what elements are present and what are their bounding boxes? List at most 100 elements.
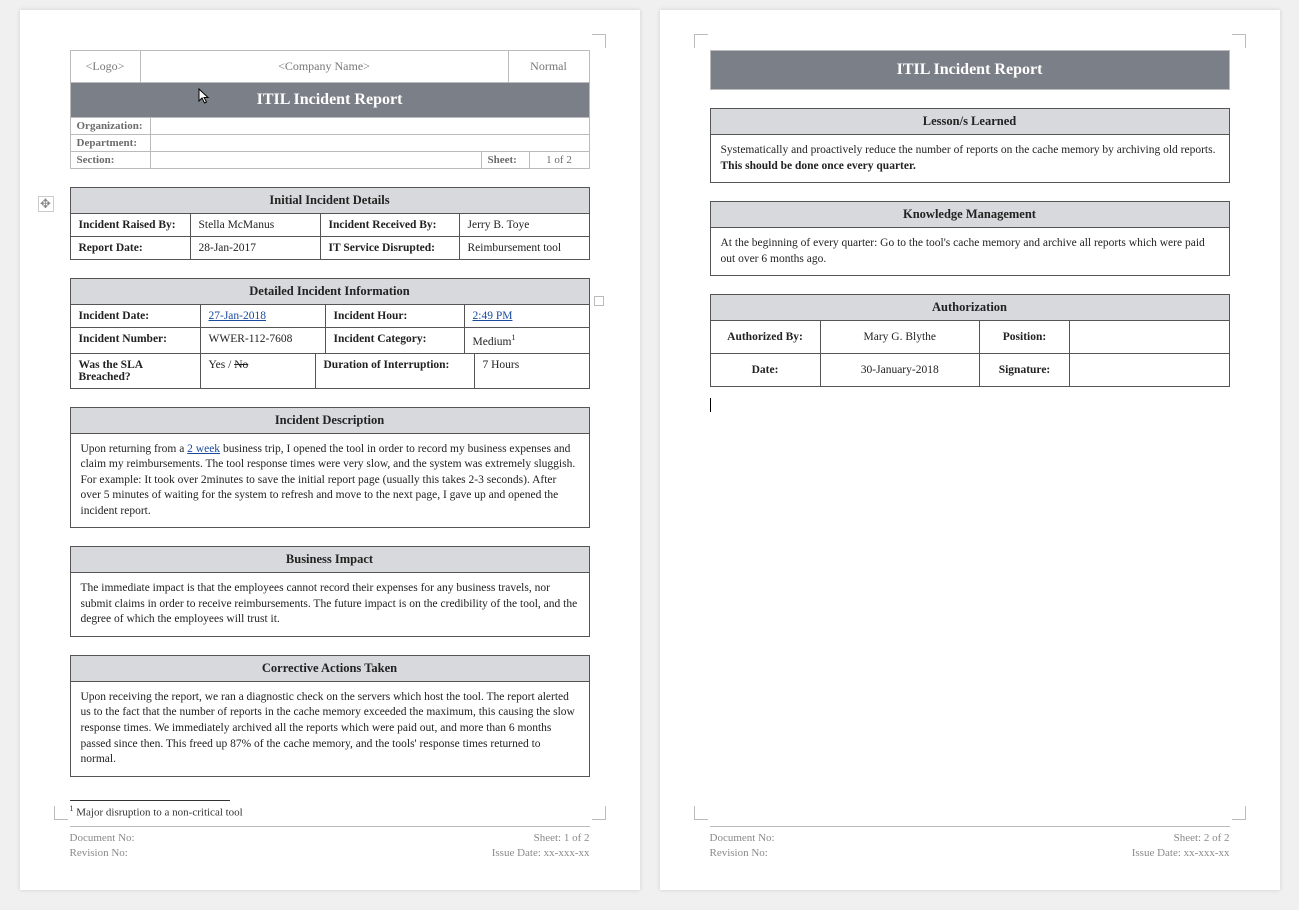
table-row: Date: 30-January-2018 Signature: — [711, 354, 1229, 386]
section-heading: Authorization — [711, 295, 1229, 321]
footer-left: Document No: Revision No: — [710, 831, 775, 860]
report-date-value: 28-Jan-2017 — [191, 237, 320, 259]
section-value[interactable] — [151, 152, 481, 168]
auth-date-label: Date: — [711, 354, 821, 386]
company-placeholder: <Company Name> — [141, 51, 509, 82]
signature-value[interactable] — [1070, 354, 1229, 386]
organization-value[interactable] — [151, 118, 589, 134]
table-row: Report Date: 28-Jan-2017 IT Service Disr… — [71, 237, 589, 259]
footer-left: Document No: Revision No: — [70, 831, 135, 860]
crop-mark — [1232, 806, 1246, 820]
crop-mark — [54, 806, 68, 820]
move-handle-icon[interactable]: ✥ — [38, 196, 54, 212]
incident-date-link[interactable]: 27-Jan-2018 — [209, 310, 267, 322]
document-no: Document No: — [710, 831, 775, 845]
header-top-row: <Logo> <Company Name> Normal — [70, 50, 590, 83]
page-content: <Logo> <Company Name> Normal ITIL Incide… — [70, 50, 590, 800]
sheet-label: Sheet: — [481, 152, 529, 168]
incident-hour-value: 2:49 PM — [465, 305, 589, 327]
incident-date-value: 27-Jan-2018 — [201, 305, 325, 327]
business-impact-section: Business Impact The immediate impact is … — [70, 546, 590, 637]
section-heading: Detailed Incident Information — [71, 279, 589, 305]
page-content: ITIL Incident Report Lesson/s Learned Sy… — [710, 50, 1230, 818]
table-row: Incident Number: WWER-112-7608 Incident … — [71, 328, 589, 354]
footer-issue-date: Issue Date: xx-xxx-xx — [1132, 846, 1230, 860]
revision-no: Revision No: — [710, 846, 775, 860]
auth-date-value: 30-January-2018 — [821, 354, 981, 386]
two-week-link[interactable]: 2 week — [187, 443, 220, 455]
meta-organization: Organization: — [70, 118, 590, 135]
lessons-body: Systematically and proactively reduce th… — [711, 135, 1229, 182]
section-heading: Initial Incident Details — [71, 188, 589, 214]
lessons-bold: This should be done once every quarter. — [721, 160, 916, 172]
meta-department: Department: — [70, 135, 590, 152]
crop-mark — [694, 806, 708, 820]
detailed-incident-section: Detailed Incident Information Incident D… — [70, 278, 590, 389]
section-heading: Knowledge Management — [711, 202, 1229, 228]
footnote-ref: 1 — [511, 333, 515, 342]
department-value[interactable] — [151, 135, 589, 151]
meta-section: Section: Sheet: 1 of 2 — [70, 152, 590, 169]
department-label: Department: — [71, 135, 151, 151]
page-2: ITIL Incident Report Lesson/s Learned Sy… — [660, 10, 1280, 890]
sla-no: No — [234, 359, 248, 371]
incident-number-label: Incident Number: — [71, 328, 201, 353]
initial-incident-section: Initial Incident Details Incident Raised… — [70, 187, 590, 260]
footnote-area: 1 Major disruption to a non-critical too… — [70, 800, 590, 819]
revision-no: Revision No: — [70, 846, 135, 860]
section-heading: Corrective Actions Taken — [71, 656, 589, 682]
authorized-by-value: Mary G. Blythe — [821, 321, 981, 353]
section-label: Section: — [71, 152, 151, 168]
service-label: IT Service Disrupted: — [320, 237, 460, 259]
table-row: Was the SLA Breached? Yes / No Duration … — [71, 354, 589, 388]
footer-right: Sheet: 2 of 2 Issue Date: xx-xxx-xx — [1132, 831, 1230, 860]
position-value[interactable] — [1070, 321, 1229, 353]
footnote-text: 1 Major disruption to a non-critical too… — [70, 804, 590, 819]
page-title: ITIL Incident Report — [710, 50, 1230, 90]
corrective-actions-section: Corrective Actions Taken Upon receiving … — [70, 655, 590, 777]
received-by-value: Jerry B. Toye — [460, 214, 589, 236]
lessons-learned-section: Lesson/s Learned Systematically and proa… — [710, 108, 1230, 183]
incident-date-label: Incident Date: — [71, 305, 201, 327]
section-heading: Lesson/s Learned — [711, 109, 1229, 135]
position-label: Position: — [980, 321, 1070, 353]
sla-value: Yes / No — [201, 354, 315, 388]
knowledge-management-section: Knowledge Management At the beginning of… — [710, 201, 1230, 276]
crop-mark — [592, 34, 606, 48]
footer-sheet: Sheet: 2 of 2 — [1132, 831, 1230, 845]
knowledge-body: At the beginning of every quarter: Go to… — [711, 228, 1229, 275]
page-1: ✥ <Logo> <Company Name> Normal ITIL Inci… — [20, 10, 640, 890]
footer-right: Sheet: 1 of 2 Issue Date: xx-xxx-xx — [492, 831, 590, 860]
crop-mark — [592, 806, 606, 820]
table-row: Authorized By: Mary G. Blythe Position: — [711, 321, 1229, 354]
incident-category-value: Medium1 — [465, 328, 589, 353]
corrective-body: Upon receiving the report, we ran a diag… — [71, 682, 589, 776]
authorization-section: Authorization Authorized By: Mary G. Bly… — [710, 294, 1230, 387]
resize-handle-icon[interactable] — [594, 296, 604, 306]
signature-label: Signature: — [980, 354, 1070, 386]
crop-mark — [694, 34, 708, 48]
duration-label: Duration of Interruption: — [315, 354, 475, 388]
document-no: Document No: — [70, 831, 135, 845]
report-date-label: Report Date: — [71, 237, 191, 259]
incident-description-section: Incident Description Upon returning from… — [70, 407, 590, 529]
text-cursor-icon — [710, 398, 711, 412]
sheet-value: 1 of 2 — [529, 152, 589, 168]
incident-hour-link[interactable]: 2:49 PM — [473, 310, 513, 322]
table-row: Incident Raised By: Stella McManus Incid… — [71, 214, 589, 237]
logo-placeholder: <Logo> — [71, 51, 141, 82]
page-footer: Document No: Revision No: Sheet: 1 of 2 … — [70, 826, 590, 860]
section-heading: Business Impact — [71, 547, 589, 573]
raised-by-label: Incident Raised By: — [71, 214, 191, 236]
page-footer: Document No: Revision No: Sheet: 2 of 2 … — [710, 826, 1230, 860]
section-heading: Incident Description — [71, 408, 589, 434]
incident-number-value: WWER-112-7608 — [201, 328, 325, 353]
footer-sheet: Sheet: 1 of 2 — [492, 831, 590, 845]
page-title: ITIL Incident Report — [70, 83, 590, 118]
table-row: Incident Date: 27-Jan-2018 Incident Hour… — [71, 305, 589, 328]
organization-label: Organization: — [71, 118, 151, 134]
authorized-by-label: Authorized By: — [711, 321, 821, 353]
incident-category-label: Incident Category: — [325, 328, 465, 353]
sla-label: Was the SLA Breached? — [71, 354, 201, 388]
impact-body: The immediate impact is that the employe… — [71, 573, 589, 636]
